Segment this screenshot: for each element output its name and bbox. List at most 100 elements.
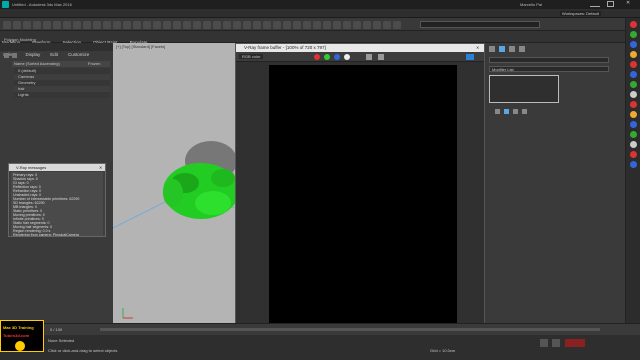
tool-icon[interactable] xyxy=(630,51,637,58)
channel-select[interactable]: RGB color xyxy=(239,54,264,59)
toolbar-tool-icon[interactable] xyxy=(23,21,31,29)
toolbar-tool-icon[interactable] xyxy=(13,21,21,29)
minimize-button[interactable] xyxy=(590,2,600,7)
tool-icon[interactable] xyxy=(630,31,637,38)
vray-messages-title[interactable]: V-Ray messages xyxy=(9,164,105,171)
toolbar-tool-icon[interactable] xyxy=(313,21,321,29)
toolbar-tool-icon[interactable] xyxy=(43,21,51,29)
time-slider[interactable] xyxy=(100,328,600,331)
frame-buffer-title[interactable]: V-Ray frame buffer - [100% of 720 x 797] xyxy=(236,44,484,52)
close-button[interactable]: ✕ xyxy=(626,0,630,6)
toolbar-tool-icon[interactable] xyxy=(103,21,111,29)
toolbar-tool-icon[interactable] xyxy=(133,21,141,29)
close-icon[interactable]: ✕ xyxy=(476,45,479,50)
tool-icon[interactable] xyxy=(630,41,637,48)
toolbar-tool-icon[interactable] xyxy=(3,21,11,29)
toolbar-tool-icon[interactable] xyxy=(63,21,71,29)
render-icon[interactable] xyxy=(466,54,474,60)
toolbar-tool-icon[interactable] xyxy=(243,21,251,29)
green-channel-icon[interactable] xyxy=(324,54,330,60)
ribbon-subtitle[interactable]: Polygon Modeling xyxy=(4,37,36,42)
clear-icon[interactable] xyxy=(378,54,384,60)
tool-icon[interactable] xyxy=(630,161,637,168)
hierarchy-tab-icon[interactable] xyxy=(509,46,515,52)
toolbar-tool-icon[interactable] xyxy=(393,21,401,29)
toolbar-tool-icon[interactable] xyxy=(73,21,81,29)
tool-icon[interactable] xyxy=(630,91,637,98)
toolbar-tool-icon[interactable] xyxy=(383,21,391,29)
user-name[interactable]: Marcello Pal xyxy=(520,2,542,7)
vray-messages-window: V-Ray messages ✕ Primary rays: 0 Shadow r… xyxy=(8,163,106,237)
show-end-result-icon[interactable] xyxy=(504,109,509,114)
motion-tab-icon[interactable] xyxy=(519,46,525,52)
toolbar-tool-icon[interactable] xyxy=(83,21,91,29)
workspace-selector[interactable]: Workspaces: Default xyxy=(560,11,601,16)
tool-icon[interactable] xyxy=(630,111,637,118)
toolbar-tool-icon[interactable] xyxy=(203,21,211,29)
toolbar-tool-icon[interactable] xyxy=(373,21,381,29)
toolbar-tool-icon[interactable] xyxy=(173,21,181,29)
tool-icon[interactable] xyxy=(630,101,637,108)
make-unique-icon[interactable] xyxy=(513,109,518,114)
toolbar-tool-icon[interactable] xyxy=(333,21,341,29)
toolbar-tool-icon[interactable] xyxy=(123,21,131,29)
create-tab-icon[interactable] xyxy=(489,46,495,52)
save-icon[interactable] xyxy=(366,54,372,60)
blue-channel-icon[interactable] xyxy=(334,54,340,60)
next-frame-button[interactable] xyxy=(552,339,560,347)
remove-modifier-icon[interactable] xyxy=(522,109,527,114)
modifier-list[interactable]: Modifier List xyxy=(489,66,609,72)
toolbar-tool-icon[interactable] xyxy=(153,21,161,29)
modify-tab-icon[interactable] xyxy=(499,46,505,52)
toolbar-tool-icon[interactable] xyxy=(143,21,151,29)
toolbar-tool-icon[interactable] xyxy=(283,21,291,29)
toolbar-tool-icon[interactable] xyxy=(273,21,281,29)
frozen-column-header[interactable]: Frozen xyxy=(88,61,100,67)
play-button[interactable] xyxy=(540,339,548,347)
layer-icon[interactable] xyxy=(12,53,17,58)
name-column-header[interactable]: Name (Sorted Ascending) xyxy=(14,61,60,67)
tool-icon[interactable] xyxy=(630,151,637,158)
tool-icon[interactable] xyxy=(630,21,637,28)
toolbar-tool-icon[interactable] xyxy=(213,21,221,29)
toolbar-tool-icon[interactable] xyxy=(193,21,201,29)
maximize-button[interactable] xyxy=(607,1,614,7)
pin-stack-icon[interactable] xyxy=(495,109,500,114)
tool-icon[interactable] xyxy=(630,141,637,148)
toolbar-tool-icon[interactable] xyxy=(223,21,231,29)
toolbar-tool-icon[interactable] xyxy=(303,21,311,29)
alpha-channel-icon[interactable] xyxy=(344,54,350,60)
tool-icon[interactable] xyxy=(630,121,637,128)
filter-icon[interactable] xyxy=(4,53,9,58)
close-icon[interactable]: ✕ xyxy=(99,165,102,170)
toolbar-tool-icon[interactable] xyxy=(233,21,241,29)
timeline[interactable]: 0 / 100 xyxy=(0,323,640,335)
toolbar-tool-icon[interactable] xyxy=(113,21,121,29)
object-name-field[interactable] xyxy=(489,57,609,63)
auto-key-button[interactable] xyxy=(565,339,585,347)
tool-icon[interactable] xyxy=(630,131,637,138)
search-field[interactable] xyxy=(420,21,540,28)
toolbar-tool-icon[interactable] xyxy=(263,21,271,29)
toolbar-tool-icon[interactable] xyxy=(93,21,101,29)
tool-icon[interactable] xyxy=(630,81,637,88)
tool-icon[interactable] xyxy=(630,71,637,78)
vray-messages-log[interactable]: Primary rays: 0 Shadow rays: 0 GI rays: 0R… xyxy=(11,172,103,236)
viewport-top[interactable]: [+] [Top] [Standard] [Facets] xyxy=(113,43,235,323)
toolbar-tool-icon[interactable] xyxy=(323,21,331,29)
toolbar-tool-icon[interactable] xyxy=(343,21,351,29)
modifier-stack[interactable] xyxy=(489,75,559,103)
frame-counter[interactable]: 0 / 100 xyxy=(50,327,62,332)
toolbar-tool-icon[interactable] xyxy=(53,21,61,29)
explorer-row[interactable]: Lights xyxy=(14,92,110,98)
toolbar-tool-icon[interactable] xyxy=(363,21,371,29)
tool-icon[interactable] xyxy=(630,61,637,68)
toolbar-tool-icon[interactable] xyxy=(353,21,361,29)
toolbar-tool-icon[interactable] xyxy=(253,21,261,29)
render-canvas[interactable] xyxy=(269,65,457,327)
toolbar-tool-icon[interactable] xyxy=(33,21,41,29)
toolbar-tool-icon[interactable] xyxy=(163,21,171,29)
toolbar-tool-icon[interactable] xyxy=(293,21,301,29)
red-channel-icon[interactable] xyxy=(314,54,320,60)
toolbar-tool-icon[interactable] xyxy=(183,21,191,29)
